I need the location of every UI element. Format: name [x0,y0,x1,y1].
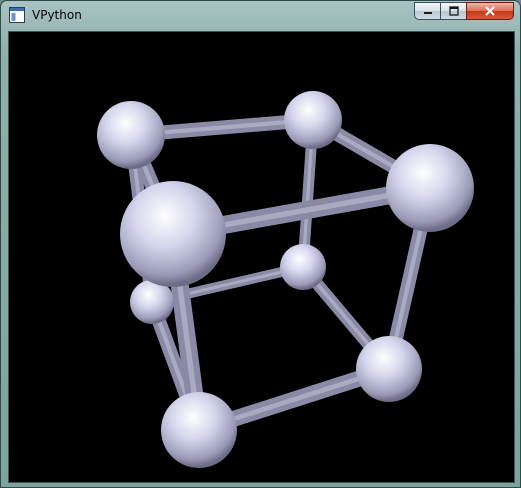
render-canvas[interactable] [8,31,515,483]
close-button[interactable] [466,2,514,20]
sphere-e [280,244,326,290]
sphere-b [284,91,342,149]
sphere-h [161,392,237,468]
sphere-g [356,336,422,402]
vpython-window: VPython [0,0,521,488]
sphere-c [386,144,474,232]
minimize-icon [423,12,432,14]
maximize-button[interactable] [440,2,466,20]
sphere-d [120,181,226,287]
maximize-icon [448,6,459,16]
window-controls [414,2,514,20]
window-title: VPython [32,8,82,22]
minimize-button[interactable] [414,2,440,20]
cube-scene[interactable] [9,32,514,482]
app-window-icon[interactable] [9,7,25,23]
title-bar[interactable]: VPython [1,1,520,31]
close-icon [485,6,495,16]
sphere-a [97,101,165,169]
